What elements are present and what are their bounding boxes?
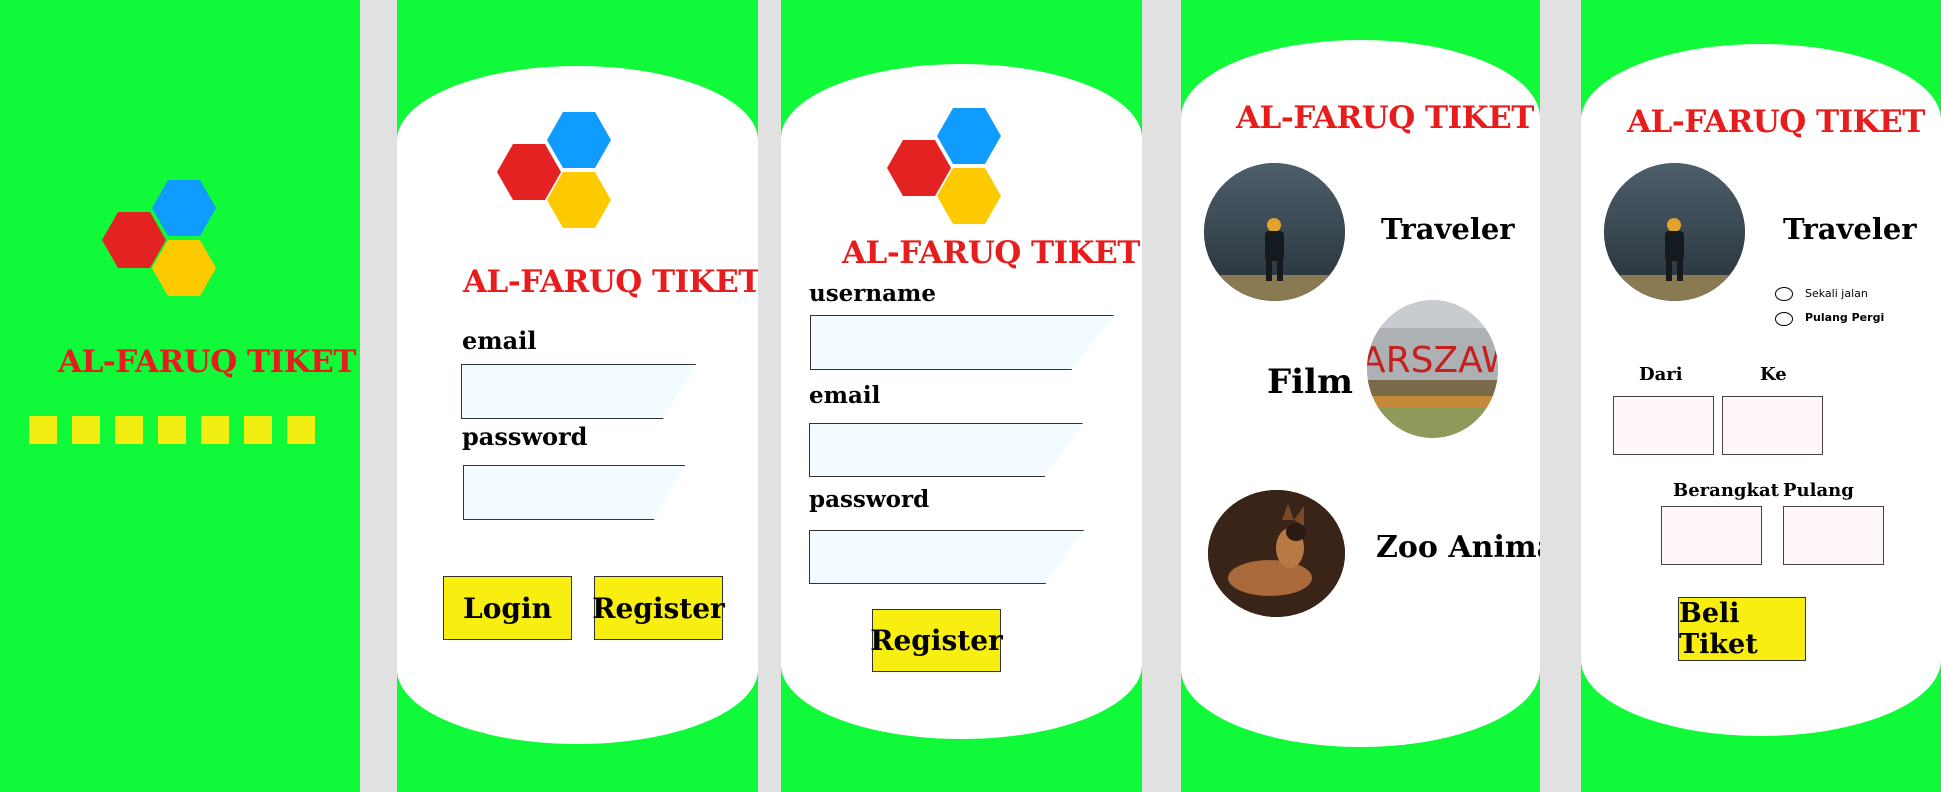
email-field[interactable] bbox=[461, 364, 696, 419]
app-logo bbox=[887, 108, 1001, 224]
logo-hex-blue bbox=[937, 108, 1001, 164]
loading-square bbox=[287, 416, 315, 444]
traveler-label[interactable]: Traveler bbox=[1381, 212, 1515, 246]
username-label: username bbox=[809, 280, 937, 307]
traveler-photo-icon bbox=[1604, 163, 1745, 301]
password-label: password bbox=[462, 422, 588, 451]
password-label: password bbox=[809, 486, 930, 513]
login-screen: AL-FARUQ TIKET email password Login Regi… bbox=[397, 0, 758, 792]
logo-hex-blue bbox=[152, 180, 216, 236]
loading-square bbox=[244, 416, 272, 444]
traveler-image bbox=[1604, 163, 1745, 301]
loading-square bbox=[115, 416, 143, 444]
logo-hex-yellow bbox=[547, 172, 611, 228]
category-title: AL-FARUQ TIKET bbox=[1236, 100, 1534, 136]
password-field[interactable] bbox=[463, 465, 685, 520]
logo-hex-yellow bbox=[152, 240, 216, 296]
email-field[interactable] bbox=[809, 423, 1083, 477]
splash-screen: AL-FARUQ TIKET bbox=[0, 0, 360, 792]
app-logo bbox=[102, 180, 216, 296]
logo-hex-red bbox=[497, 144, 561, 200]
round-trip-label: Pulang Pergi bbox=[1805, 311, 1885, 324]
username-field[interactable] bbox=[810, 315, 1114, 370]
buy-ticket-button[interactable]: Beli Tiket bbox=[1678, 597, 1806, 661]
logo-hex-red bbox=[102, 212, 166, 268]
to-field[interactable] bbox=[1722, 396, 1823, 455]
register-title: AL-FARUQ TIKET bbox=[842, 235, 1140, 271]
email-label: email bbox=[462, 326, 537, 355]
one-way-label: Sekali jalan bbox=[1805, 287, 1868, 300]
login-button[interactable]: Login bbox=[443, 576, 572, 640]
splash-title: AL-FARUQ TIKET bbox=[58, 344, 356, 380]
app-logo bbox=[497, 112, 611, 228]
round-trip-radio[interactable] bbox=[1775, 312, 1793, 326]
film-image[interactable]: ARSZAWA bbox=[1367, 300, 1498, 438]
login-title: AL-FARUQ TIKET bbox=[463, 264, 758, 300]
category-label: Traveler bbox=[1783, 212, 1917, 246]
return-label: Pulang bbox=[1783, 480, 1854, 501]
depart-label: Berangkat bbox=[1673, 480, 1779, 501]
logo-hex-blue bbox=[547, 112, 611, 168]
booking-screen: AL-FARUQ TIKET Traveler Sekali jalan Pul… bbox=[1581, 0, 1941, 792]
svg-text:ARSZAWA: ARSZAWA bbox=[1367, 340, 1498, 381]
loading-square bbox=[72, 416, 100, 444]
traveler-photo-icon bbox=[1204, 163, 1345, 301]
booking-title: AL-FARUQ TIKET bbox=[1627, 104, 1925, 140]
traveler-image[interactable] bbox=[1204, 163, 1345, 301]
email-label: email bbox=[809, 382, 881, 409]
category-screen: AL-FARUQ TIKET Traveler Film ARSZAWA bbox=[1181, 0, 1540, 792]
one-way-radio[interactable] bbox=[1775, 287, 1793, 301]
return-field[interactable] bbox=[1783, 506, 1884, 565]
logo-hex-yellow bbox=[937, 168, 1001, 224]
register-button[interactable]: Register bbox=[870, 609, 1003, 672]
zoo-label[interactable]: Zoo Animals bbox=[1376, 530, 1540, 565]
register-screen: AL-FARUQ TIKET username email password R… bbox=[781, 0, 1142, 792]
logo-hex-red bbox=[887, 140, 951, 196]
from-label: Dari bbox=[1639, 364, 1683, 385]
loading-square bbox=[158, 416, 186, 444]
warszawa-photo-icon: ARSZAWA bbox=[1367, 300, 1498, 438]
film-label[interactable]: Film bbox=[1267, 362, 1353, 402]
register-button[interactable]: Register bbox=[592, 576, 725, 640]
loading-square bbox=[29, 416, 57, 444]
loading-square bbox=[201, 416, 229, 444]
to-label: Ke bbox=[1760, 364, 1787, 385]
password-field[interactable] bbox=[809, 530, 1084, 584]
from-field[interactable] bbox=[1613, 396, 1714, 455]
dog-photo-icon bbox=[1208, 490, 1345, 617]
zoo-image[interactable] bbox=[1208, 490, 1345, 617]
depart-field[interactable] bbox=[1661, 506, 1762, 565]
